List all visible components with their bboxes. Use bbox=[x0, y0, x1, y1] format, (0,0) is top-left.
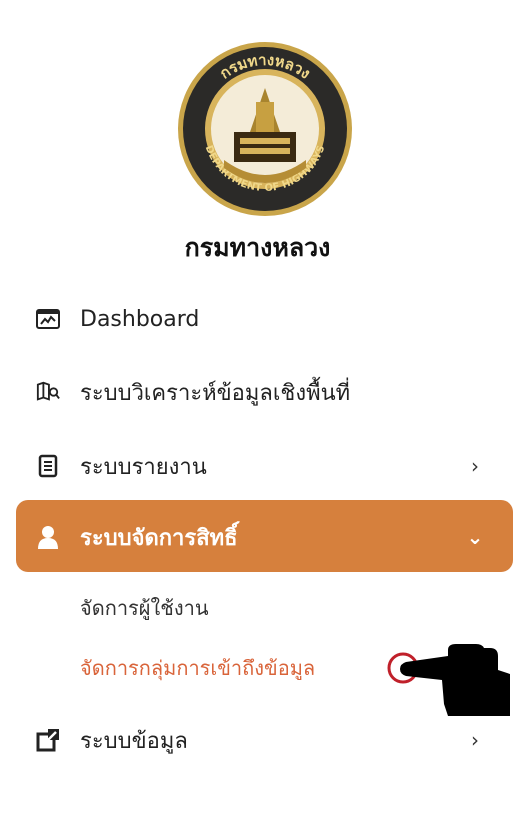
chevron-right-icon: › bbox=[471, 454, 479, 478]
dashboard-icon bbox=[36, 307, 60, 331]
menu-item-spatial-analysis[interactable]: ระบบวิเคราะห์ข้อมูลเชิงพื้นที่ bbox=[36, 372, 485, 412]
external-link-icon bbox=[36, 728, 60, 752]
department-of-highways-logo: กรมทางหลวง DEPARTMENT OF HIGHWAYS bbox=[176, 40, 354, 218]
menu-item-label: ระบบข้อมูล bbox=[80, 728, 188, 754]
menu-item-dashboard[interactable]: Dashboard bbox=[36, 299, 485, 339]
submenu-item-manage-users[interactable]: จัดการผู้ใช้งาน bbox=[80, 592, 209, 624]
menu-item-label: ระบบจัดการสิทธิ์ bbox=[80, 525, 238, 551]
user-icon bbox=[36, 525, 60, 549]
submenu-item-manage-access-groups[interactable]: จัดการกลุ่มการเข้าถึงข้อมูล bbox=[80, 652, 315, 684]
document-icon bbox=[36, 454, 60, 478]
menu-item-label: Dashboard bbox=[80, 306, 200, 332]
chevron-right-icon: › bbox=[471, 728, 479, 752]
menu-item-reports[interactable]: ระบบรายงาน › bbox=[36, 446, 485, 486]
menu-item-permissions[interactable]: ระบบจัดการสิทธิ์ ⌄ bbox=[36, 517, 485, 557]
map-search-icon bbox=[36, 380, 60, 404]
menu-item-data-system[interactable]: ระบบข้อมูล › bbox=[36, 720, 485, 760]
organization-name: กรมทางหลวง bbox=[184, 233, 331, 262]
pointing-hand-cursor bbox=[386, 640, 514, 724]
chevron-down-icon: ⌄ bbox=[466, 525, 484, 549]
menu-item-label: ระบบรายงาน bbox=[80, 454, 207, 480]
menu-item-label: ระบบวิเคราะห์ข้อมูลเชิงพื้นที่ bbox=[80, 380, 351, 406]
